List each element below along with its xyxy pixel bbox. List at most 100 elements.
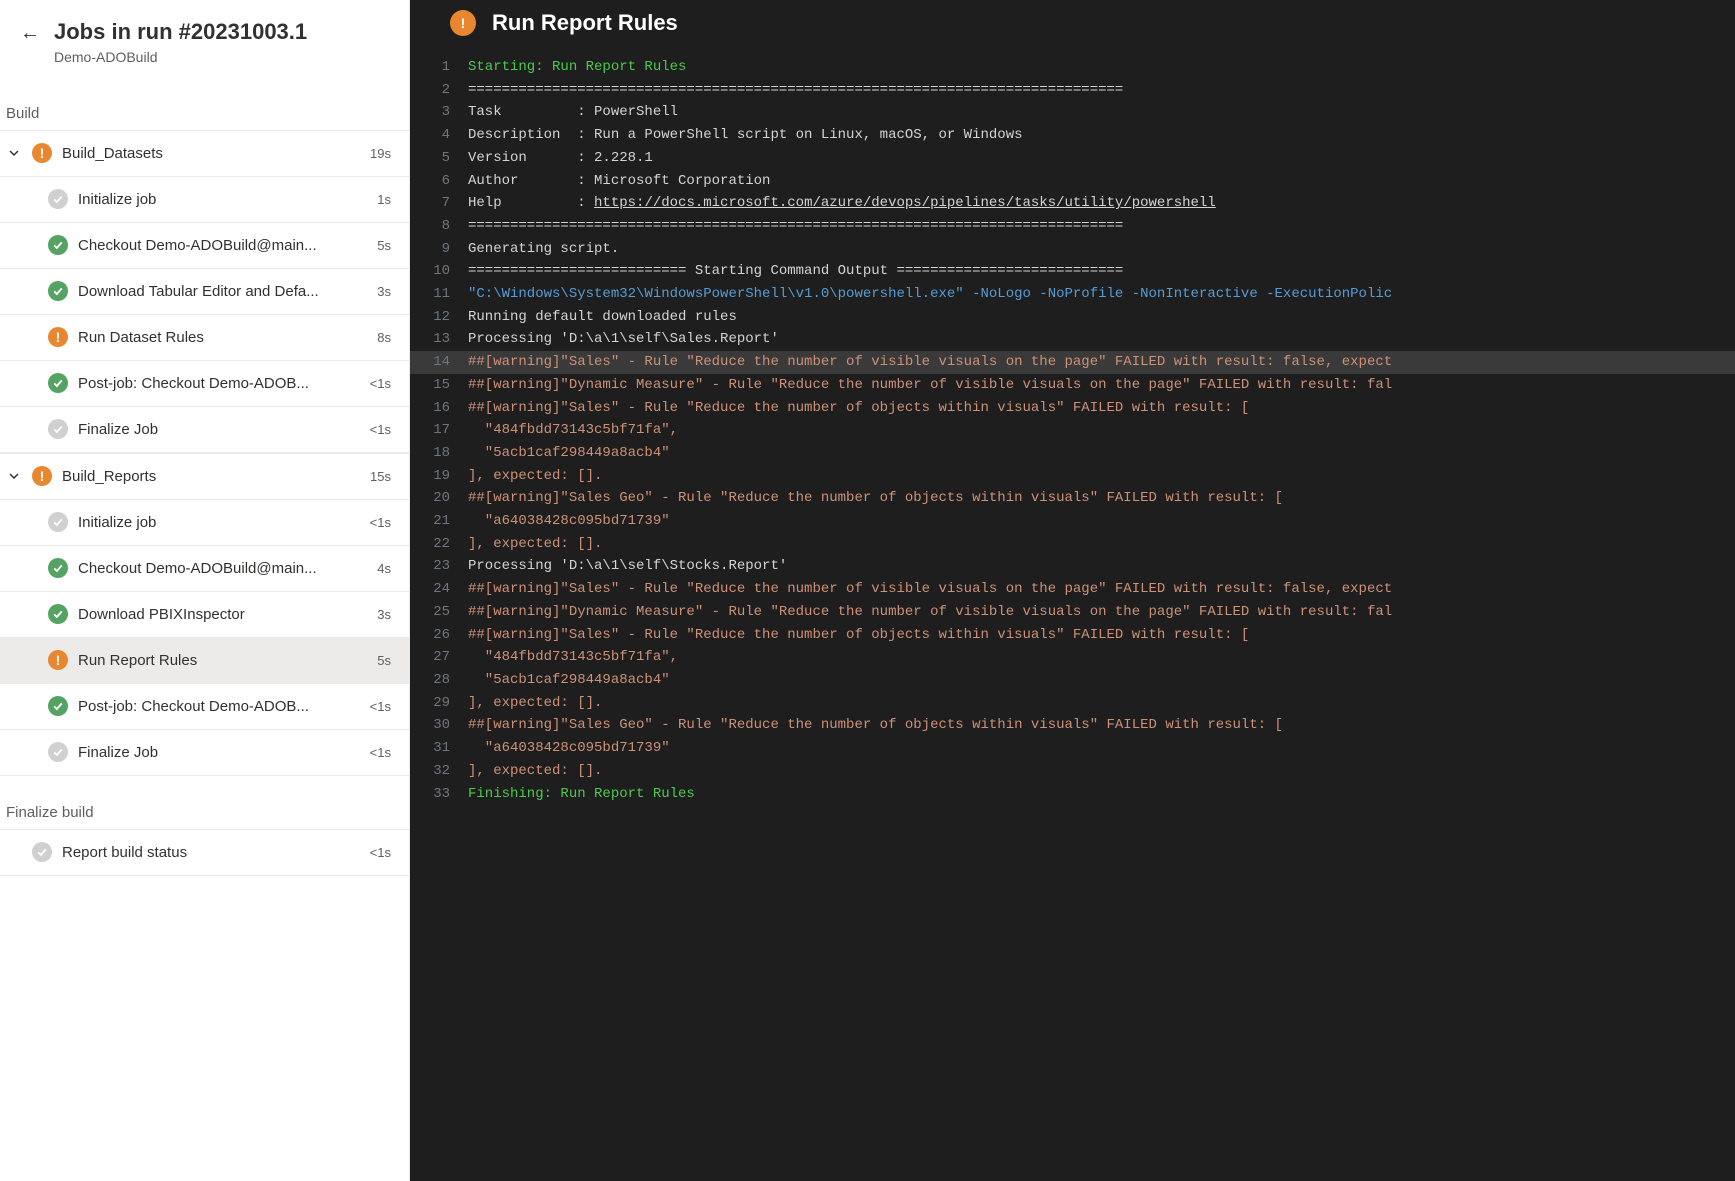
neutral-icon xyxy=(48,512,68,532)
line-content: ##[warning]"Sales" - Rule "Reduce the nu… xyxy=(468,397,1715,420)
step-duration: 5s xyxy=(377,653,395,668)
sidebar-header: ← Jobs in run #20231003.1 Demo-ADOBuild xyxy=(0,0,409,77)
step-row[interactable]: Finalize Job<1s xyxy=(0,730,409,776)
step-duration: 3s xyxy=(377,284,395,299)
log-line[interactable]: 18 "5acb1caf298449a8acb4" xyxy=(410,442,1735,465)
step-duration: 8s xyxy=(377,330,395,345)
log-line[interactable]: 33Finishing: Run Report Rules xyxy=(410,783,1735,806)
step-row[interactable]: Initialize job1s xyxy=(0,177,409,223)
line-number: 2 xyxy=(410,79,468,102)
log-line[interactable]: 19], expected: []. xyxy=(410,465,1735,488)
log-line[interactable]: 6Author : Microsoft Corporation xyxy=(410,170,1735,193)
line-number: 21 xyxy=(410,510,468,533)
success-icon xyxy=(48,281,68,301)
log-line[interactable]: 10========================== Starting Co… xyxy=(410,260,1735,283)
job-row[interactable]: !Build_Datasets19s xyxy=(0,131,409,177)
back-arrow-icon[interactable]: ← xyxy=(20,18,40,45)
job-row[interactable]: !Build_Reports15s xyxy=(0,454,409,500)
line-number: 18 xyxy=(410,442,468,465)
line-content: "5acb1caf298449a8acb4" xyxy=(468,442,1715,465)
line-number: 16 xyxy=(410,397,468,420)
step-name: Report build status xyxy=(62,844,360,861)
log-line[interactable]: 13Processing 'D:\a\1\self\Sales.Report' xyxy=(410,328,1735,351)
log-line[interactable]: 31 "a64038428c095bd71739" xyxy=(410,737,1735,760)
log-line[interactable]: 8=======================================… xyxy=(410,215,1735,238)
line-number: 4 xyxy=(410,124,468,147)
line-content: Author : Microsoft Corporation xyxy=(468,170,1715,193)
chevron-down-icon[interactable] xyxy=(6,470,22,482)
log-line[interactable]: 2=======================================… xyxy=(410,79,1735,102)
line-content: Generating script. xyxy=(468,238,1715,261)
job-duration: 15s xyxy=(370,469,395,484)
line-content: ##[warning]"Sales" - Rule "Reduce the nu… xyxy=(468,578,1715,601)
log-line[interactable]: 9Generating script. xyxy=(410,238,1735,261)
step-row[interactable]: Initialize job<1s xyxy=(0,500,409,546)
step-row[interactable]: Checkout Demo-ADOBuild@main...5s xyxy=(0,223,409,269)
log-line[interactable]: 4Description : Run a PowerShell script o… xyxy=(410,124,1735,147)
log-line[interactable]: 24##[warning]"Sales" - Rule "Reduce the … xyxy=(410,578,1735,601)
step-name: Checkout Demo-ADOBuild@main... xyxy=(78,560,367,577)
step-name: Finalize Job xyxy=(78,744,360,761)
line-content: ##[warning]"Sales Geo" - Rule "Reduce th… xyxy=(468,714,1715,737)
line-number: 24 xyxy=(410,578,468,601)
chevron-down-icon[interactable] xyxy=(6,147,22,159)
log-line[interactable]: 11"C:\Windows\System32\WindowsPowerShell… xyxy=(410,283,1735,306)
log-line[interactable]: 25##[warning]"Dynamic Measure" - Rule "R… xyxy=(410,601,1735,624)
line-number: 31 xyxy=(410,737,468,760)
step-row[interactable]: ! Run Dataset Rules 8s xyxy=(0,315,409,361)
log-line[interactable]: 29], expected: []. xyxy=(410,692,1735,715)
line-number: 20 xyxy=(410,487,468,510)
log-line[interactable]: 12Running default downloaded rules xyxy=(410,306,1735,329)
jobs-sidebar: ← Jobs in run #20231003.1 Demo-ADOBuild … xyxy=(0,0,410,1181)
log-line[interactable]: 28 "5acb1caf298449a8acb4" xyxy=(410,669,1735,692)
warning-icon: ! xyxy=(32,466,52,486)
step-row[interactable]: Finalize Job<1s xyxy=(0,407,409,453)
log-line[interactable]: 16##[warning]"Sales" - Rule "Reduce the … xyxy=(410,397,1735,420)
log-line[interactable]: 26##[warning]"Sales" - Rule "Reduce the … xyxy=(410,624,1735,647)
line-number: 15 xyxy=(410,374,468,397)
log-line[interactable]: 27 "484fbdd73143c5bf71fa", xyxy=(410,646,1735,669)
line-content: ], expected: []. xyxy=(468,465,1715,488)
line-content: ], expected: []. xyxy=(468,692,1715,715)
step-row[interactable]: Post-job: Checkout Demo-ADOB...<1s xyxy=(0,684,409,730)
log-line[interactable]: 3Task : PowerShell xyxy=(410,101,1735,124)
log-line[interactable]: 5Version : 2.228.1 xyxy=(410,147,1735,170)
log-body[interactable]: 1Starting: Run Report Rules2============… xyxy=(410,56,1735,845)
log-line[interactable]: 14##[warning]"Sales" - Rule "Reduce the … xyxy=(410,351,1735,374)
log-line[interactable]: 23Processing 'D:\a\1\self\Stocks.Report' xyxy=(410,555,1735,578)
line-number: 8 xyxy=(410,215,468,238)
log-line[interactable]: 1Starting: Run Report Rules xyxy=(410,56,1735,79)
line-number: 10 xyxy=(410,260,468,283)
step-row[interactable]: Post-job: Checkout Demo-ADOB...<1s xyxy=(0,361,409,407)
finalize-label: Finalize build xyxy=(0,776,409,829)
log-line[interactable]: 21 "a64038428c095bd71739" xyxy=(410,510,1735,533)
line-number: 11 xyxy=(410,283,468,306)
line-content: ##[warning]"Dynamic Measure" - Rule "Red… xyxy=(468,374,1715,397)
step-duration: <1s xyxy=(370,515,395,530)
pipeline-name: Demo-ADOBuild xyxy=(54,49,307,65)
log-line[interactable]: 17 "484fbdd73143c5bf71fa", xyxy=(410,419,1735,442)
step-duration: <1s xyxy=(370,422,395,437)
line-number: 32 xyxy=(410,760,468,783)
step-row[interactable]: Download Tabular Editor and Defa...3s xyxy=(0,269,409,315)
help-link[interactable]: https://docs.microsoft.com/azure/devops/… xyxy=(594,195,1216,211)
step-duration: <1s xyxy=(370,845,395,860)
neutral-icon xyxy=(48,742,68,762)
log-line[interactable]: 15##[warning]"Dynamic Measure" - Rule "R… xyxy=(410,374,1735,397)
step-row[interactable]: Checkout Demo-ADOBuild@main...4s xyxy=(0,546,409,592)
log-line[interactable]: 20##[warning]"Sales Geo" - Rule "Reduce … xyxy=(410,487,1735,510)
warning-icon: ! xyxy=(48,327,68,347)
step-row[interactable]: Download PBIXInspector3s xyxy=(0,592,409,638)
step-name: Download PBIXInspector xyxy=(78,606,367,623)
step-row[interactable]: Report build status <1s xyxy=(0,830,409,876)
log-line[interactable]: 32], expected: []. xyxy=(410,760,1735,783)
line-number: 30 xyxy=(410,714,468,737)
log-line[interactable]: 30##[warning]"Sales Geo" - Rule "Reduce … xyxy=(410,714,1735,737)
success-icon xyxy=(48,696,68,716)
line-content: ========================================… xyxy=(468,79,1715,102)
step-duration: 5s xyxy=(377,238,395,253)
log-line[interactable]: 22], expected: []. xyxy=(410,533,1735,556)
step-row[interactable]: !Run Report Rules5s xyxy=(0,638,409,684)
step-name: Run Dataset Rules xyxy=(78,329,367,346)
log-line[interactable]: 7Help : https://docs.microsoft.com/azure… xyxy=(410,192,1735,215)
